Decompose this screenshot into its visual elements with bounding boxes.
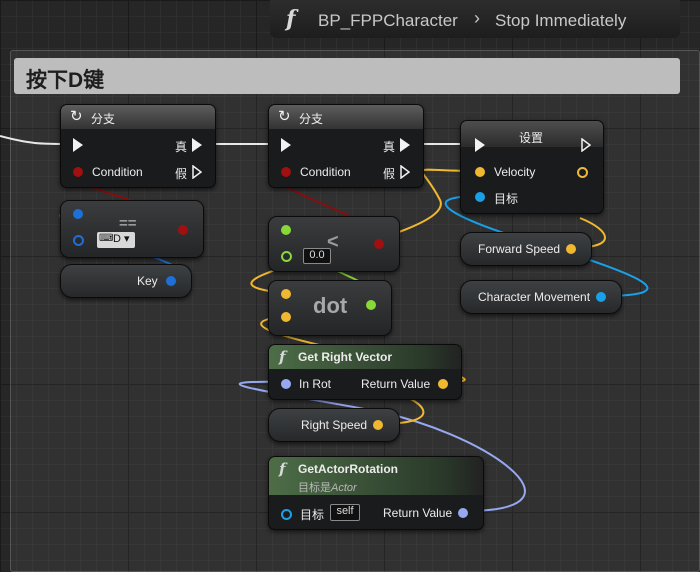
condition-label: Condition — [300, 165, 351, 179]
set-velocity-node[interactable]: 设置 Velocity 目标 — [460, 120, 604, 214]
comment-title: 按下D键 — [26, 69, 105, 92]
exec-true-pin[interactable] — [400, 138, 410, 152]
return-value-label: Return Value — [361, 377, 431, 391]
bool-out-pin[interactable] — [178, 225, 188, 235]
condition-pin[interactable] — [281, 167, 291, 177]
key-value: D — [113, 233, 121, 245]
key-b-pin[interactable] — [73, 235, 84, 246]
branch-node-1[interactable]: ↻ 分支 真 Condition 假 — [60, 104, 216, 188]
branch-node-header — [61, 105, 215, 129]
less-a-pin[interactable] — [281, 225, 291, 235]
function-icon: f — [279, 460, 286, 478]
key-out-pin[interactable] — [166, 276, 176, 286]
false-label: 假 — [175, 167, 188, 181]
right-speed-node[interactable]: Right Speed — [268, 408, 400, 442]
function-icon: f — [286, 6, 296, 32]
get-actor-rotation-node[interactable]: f GetActorRotation 目标是Actor 目标 self Retu… — [268, 456, 484, 530]
true-label: 真 — [383, 140, 396, 154]
target-label: 目标 — [300, 508, 325, 522]
branch-title: 分支 — [91, 112, 116, 126]
character-movement-out-pin[interactable] — [596, 292, 606, 302]
forward-speed-node[interactable]: Forward Speed — [460, 232, 592, 266]
velocity-in-pin[interactable] — [475, 167, 485, 177]
get-right-vector-node[interactable]: f Get Right Vector In Rot Return Value — [268, 344, 462, 400]
return-value-pin[interactable] — [458, 508, 468, 518]
subtitle-target: Actor — [331, 482, 357, 494]
return-value-label: Return Value — [383, 506, 453, 520]
less-operator: < — [327, 231, 339, 253]
target-pin[interactable] — [475, 192, 485, 202]
condition-label: Condition — [92, 165, 143, 179]
condition-pin[interactable] — [73, 167, 83, 177]
less-b-pin[interactable] — [281, 251, 292, 262]
target-pin[interactable] — [281, 509, 292, 520]
function-subtitle: 目标是Actor — [298, 479, 357, 495]
target-self-value[interactable]: self — [330, 504, 360, 521]
function-title: Get Right Vector — [298, 350, 393, 364]
branch-node-2[interactable]: ↻ 分支 真 Condition 假 — [268, 104, 424, 188]
subtitle-prefix: 目标是 — [298, 482, 331, 494]
key-label: Key — [137, 274, 158, 288]
branch-icon: ↻ — [70, 108, 83, 125]
in-rot-label: In Rot — [299, 377, 332, 391]
keyboard-icon: ⌨ — [99, 233, 114, 244]
branch-icon: ↻ — [278, 108, 291, 125]
dot-a-pin[interactable] — [281, 289, 291, 299]
right-speed-label: Right Speed — [301, 418, 368, 432]
branch-node-header — [269, 105, 423, 129]
function-title: GetActorRotation — [298, 462, 398, 476]
exec-out-pin[interactable] — [581, 137, 592, 153]
dot-label: dot — [313, 293, 348, 318]
set-title: 设置 — [519, 131, 544, 145]
dot-b-pin[interactable] — [281, 312, 291, 322]
comment-title-bar[interactable] — [14, 58, 680, 94]
exec-in-pin[interactable] — [73, 138, 83, 152]
character-movement-node[interactable]: Character Movement — [460, 280, 622, 314]
key-equal-node[interactable]: ⌨ D ▾ == — [60, 200, 204, 258]
key-selector[interactable]: ⌨ D ▾ — [97, 232, 135, 248]
forward-speed-label: Forward Speed — [478, 242, 561, 256]
dot-product-node[interactable]: dot — [268, 280, 392, 336]
exec-false-pin[interactable] — [400, 164, 411, 180]
chevron-down-icon: ▾ — [124, 233, 130, 245]
breadcrumb: f BP_FPPCharacter › Stop Immediately — [270, 0, 680, 38]
forward-speed-out-pin[interactable] — [566, 244, 576, 254]
exec-in-pin[interactable] — [475, 138, 485, 152]
equal-operator: == — [119, 215, 137, 232]
float-out-pin[interactable] — [366, 300, 376, 310]
breadcrumb-function[interactable]: Stop Immediately — [495, 11, 626, 31]
velocity-out-pin[interactable] — [577, 167, 588, 178]
key-a-pin[interactable] — [73, 209, 83, 219]
right-speed-out-pin[interactable] — [373, 420, 383, 430]
false-label: 假 — [383, 167, 396, 181]
exec-false-pin[interactable] — [192, 164, 203, 180]
exec-in-pin[interactable] — [281, 138, 291, 152]
breadcrumb-separator: › — [474, 8, 480, 28]
return-value-pin[interactable] — [438, 379, 448, 389]
less-than-node[interactable]: 0.0 < — [268, 216, 400, 272]
key-variable-node[interactable]: Key — [60, 264, 192, 298]
exec-true-pin[interactable] — [192, 138, 202, 152]
target-label: 目标 — [494, 192, 519, 206]
branch-title: 分支 — [299, 112, 324, 126]
velocity-label: Velocity — [494, 165, 536, 179]
true-label: 真 — [175, 140, 188, 154]
breadcrumb-blueprint[interactable]: BP_FPPCharacter — [318, 11, 458, 31]
in-rot-pin[interactable] — [281, 379, 291, 389]
character-movement-label: Character Movement — [478, 290, 591, 304]
function-icon: f — [279, 348, 286, 366]
bool-out-pin[interactable] — [374, 239, 384, 249]
